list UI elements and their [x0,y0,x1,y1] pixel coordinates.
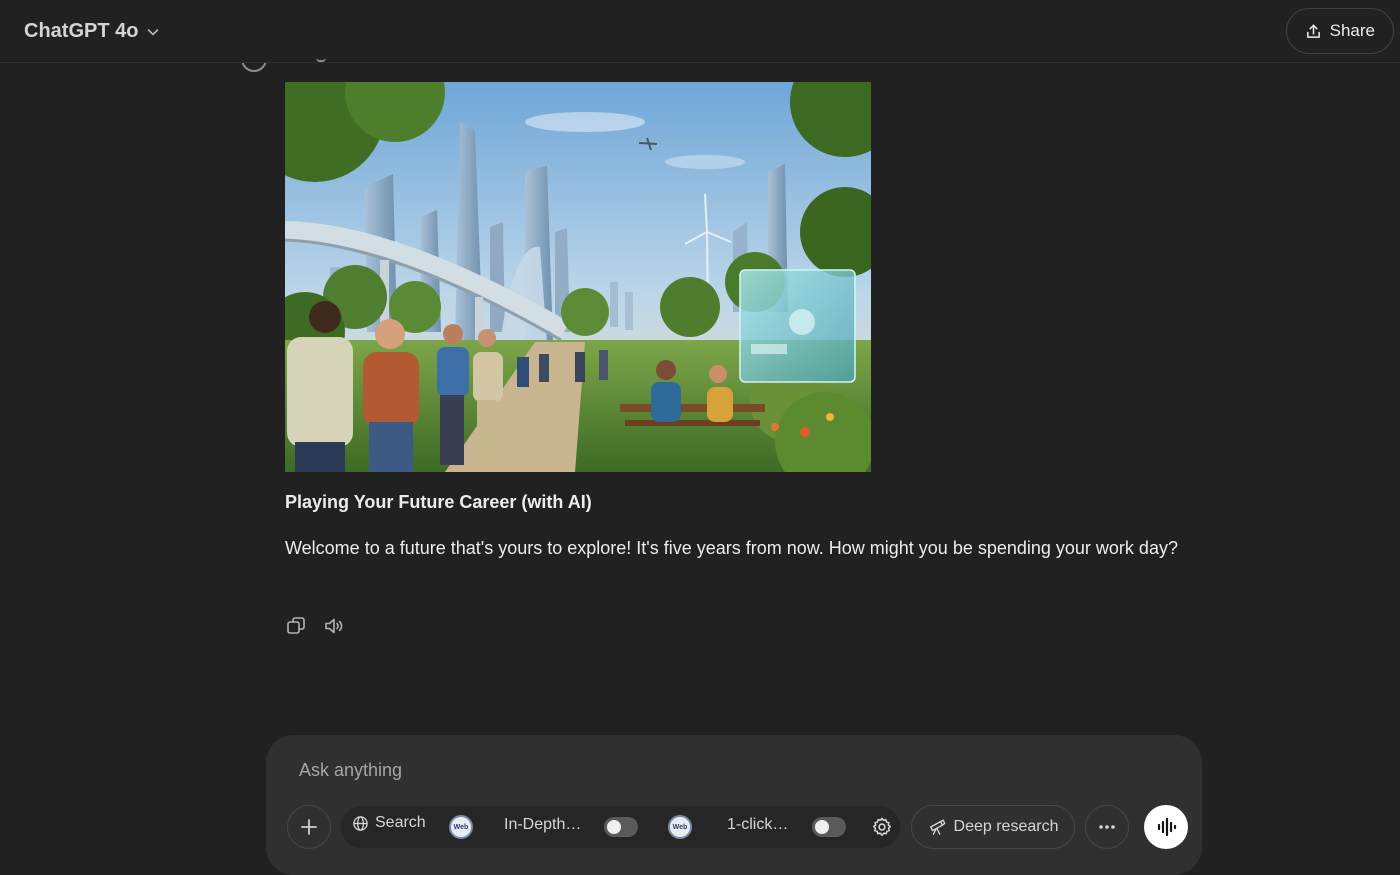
voice-waveform-icon [1157,817,1177,837]
prompt-input[interactable] [299,756,1159,784]
voice-mode-button[interactable] [1144,805,1188,849]
search-tool-button[interactable]: Search [352,814,426,832]
speaker-icon[interactable] [323,615,345,637]
telescope-icon [929,819,945,835]
future-city-illustration [285,82,871,472]
one-click-tool-label[interactable]: 1-click… [727,816,788,834]
globe-icon [353,815,368,831]
top-header: ChatGPT 4o Share [0,0,1400,63]
message-title: Playing Your Future Career (with AI) [285,492,592,512]
deep-research-button[interactable]: Deep research [911,805,1075,849]
one-click-toggle[interactable] [812,817,846,837]
model-selector[interactable]: ChatGPT 4o [24,20,160,43]
message-actions [285,615,345,637]
webpilot-badge-label: Web [453,823,469,831]
webpilot-badge-label: Web [672,823,688,831]
message-body: Welcome to a future that's yours to expl… [285,538,1178,558]
webpilot-badge-1[interactable]: Web [449,815,473,839]
search-label: Search [375,814,426,831]
model-name: ChatGPT 4o [24,19,139,42]
in-depth-tool-label[interactable]: In-Depth… [504,816,581,834]
more-dots-icon [1099,825,1115,829]
plus-icon [301,819,317,835]
in-depth-toggle[interactable] [604,817,638,837]
share-label: Share [1329,21,1375,40]
deep-research-label: Deep research [953,818,1059,835]
copy-icon[interactable] [285,615,307,637]
share-icon [1306,24,1320,38]
webpilot-badge-2[interactable]: Web [668,815,692,839]
generated-image[interactable] [285,82,871,472]
share-button[interactable]: Share [1285,8,1394,54]
more-options-button[interactable] [1085,805,1129,849]
chevron-down-icon [148,29,159,36]
gear-icon[interactable] [871,816,893,838]
add-attachment-button[interactable] [287,805,331,849]
